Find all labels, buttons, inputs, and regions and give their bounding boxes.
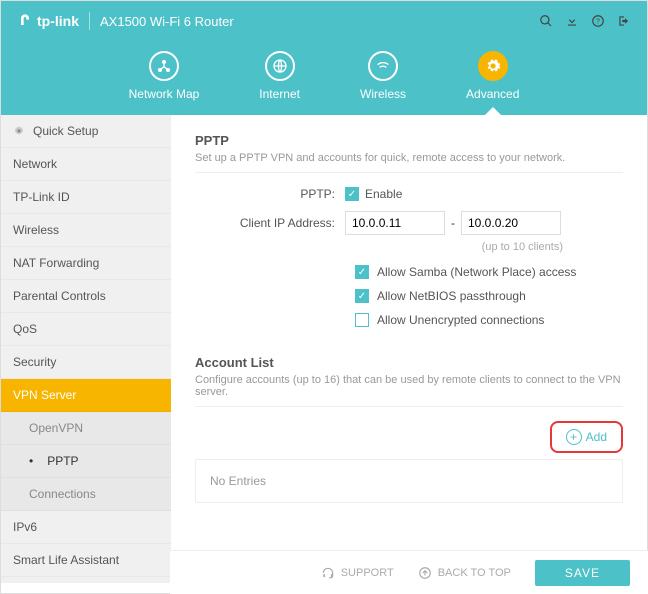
sidebar-item-onemesh[interactable]: OneMesh	[1, 577, 171, 583]
arrow-up-icon	[418, 566, 432, 580]
sidebar-item-smart[interactable]: Smart Life Assistant	[1, 544, 171, 577]
logo: tp-link	[17, 13, 79, 29]
sidebar-item-connections[interactable]: Connections	[1, 478, 171, 511]
nav-label: Internet	[259, 87, 300, 101]
sidebar-label: PPTP	[47, 454, 78, 468]
search-icon[interactable]	[539, 14, 553, 28]
ip-hint: (up to 10 clients)	[482, 241, 563, 253]
add-label: Add	[586, 430, 607, 444]
sidebar-item-ipv6[interactable]: IPv6	[1, 511, 171, 544]
pptp-desc: Set up a PPTP VPN and accounts for quick…	[195, 152, 623, 173]
ip-end-input[interactable]	[461, 211, 561, 235]
sidebar-label: NAT Forwarding	[13, 256, 99, 270]
pptp-enable-label: Enable	[365, 187, 402, 201]
samba-label: Allow Samba (Network Place) access	[377, 265, 576, 279]
ip-range-dash: -	[451, 216, 455, 230]
sidebar: Quick Setup Network TP-Link ID Wireless …	[1, 115, 171, 583]
pptp-title: PPTP	[195, 133, 623, 148]
accounts-title: Account List	[195, 355, 623, 370]
device-name: AX1500 Wi-Fi 6 Router	[100, 14, 234, 29]
back-to-top-label: BACK TO TOP	[438, 567, 511, 579]
sidebar-label: OpenVPN	[29, 421, 83, 435]
plus-icon: +	[566, 429, 582, 445]
content: PPTP Set up a PPTP VPN and accounts for …	[171, 115, 647, 583]
ip-start-input[interactable]	[345, 211, 445, 235]
netbios-label: Allow NetBIOS passthrough	[377, 289, 526, 303]
sidebar-item-pptp[interactable]: PPTP	[1, 445, 171, 478]
unenc-label: Allow Unencrypted connections	[377, 313, 544, 327]
sidebar-item-nat[interactable]: NAT Forwarding	[1, 247, 171, 280]
sidebar-label: Quick Setup	[33, 124, 98, 138]
accounts-desc: Configure accounts (up to 16) that can b…	[195, 374, 623, 407]
add-account-button[interactable]: + Add	[558, 425, 615, 449]
sidebar-item-network[interactable]: Network	[1, 148, 171, 181]
accounts-empty: No Entries	[195, 459, 623, 503]
brand: tp-link AX1500 Wi-Fi 6 Router	[17, 12, 234, 30]
sidebar-label: Network	[13, 157, 57, 171]
globe-icon	[272, 58, 288, 74]
nav-label: Wireless	[360, 87, 406, 101]
sidebar-label: Connections	[29, 487, 96, 501]
sidebar-item-vpn-server[interactable]: VPN Server	[1, 379, 171, 412]
pptp-label: PPTP:	[195, 187, 345, 201]
netbios-checkbox[interactable]: ✓	[355, 289, 369, 303]
wifi-icon	[375, 58, 391, 74]
save-label: SAVE	[565, 566, 600, 580]
sidebar-label: Security	[13, 355, 56, 369]
gear-icon	[13, 125, 25, 137]
sidebar-label: VPN Server	[13, 388, 76, 402]
sidebar-label: Parental Controls	[13, 289, 106, 303]
sidebar-label: IPv6	[13, 520, 37, 534]
nav-advanced[interactable]: Advanced	[466, 51, 519, 101]
logout-icon[interactable]	[617, 14, 631, 28]
samba-checkbox[interactable]: ✓	[355, 265, 369, 279]
nav-wireless[interactable]: Wireless	[360, 51, 406, 101]
pptp-enable-checkbox[interactable]: ✓	[345, 187, 359, 201]
sidebar-label: Smart Life Assistant	[13, 553, 119, 567]
svg-text:?: ?	[596, 18, 600, 25]
sidebar-item-security[interactable]: Security	[1, 346, 171, 379]
save-button[interactable]: SAVE	[535, 560, 630, 586]
sidebar-item-tplink-id[interactable]: TP-Link ID	[1, 181, 171, 214]
sidebar-item-wireless[interactable]: Wireless	[1, 214, 171, 247]
footer: SUPPORT BACK TO TOP SAVE	[170, 550, 648, 594]
back-to-top-link[interactable]: BACK TO TOP	[418, 566, 511, 580]
nav-network-map[interactable]: Network Map	[129, 51, 200, 101]
main-nav: Network Map Internet Wireless Advanced	[1, 41, 647, 115]
headset-icon	[321, 566, 335, 580]
gear-icon	[485, 58, 501, 74]
nav-label: Network Map	[129, 87, 200, 101]
client-ip-label: Client IP Address:	[195, 216, 345, 230]
unenc-checkbox[interactable]	[355, 313, 369, 327]
help-icon[interactable]: ?	[591, 14, 605, 28]
sidebar-label: Wireless	[13, 223, 59, 237]
network-map-icon	[156, 58, 172, 74]
support-link[interactable]: SUPPORT	[321, 566, 394, 580]
download-icon[interactable]	[565, 14, 579, 28]
support-label: SUPPORT	[341, 567, 394, 579]
sidebar-label: TP-Link ID	[13, 190, 70, 204]
sidebar-item-quick-setup[interactable]: Quick Setup	[1, 115, 171, 148]
sidebar-label: QoS	[13, 322, 37, 336]
header-actions: ?	[539, 14, 631, 28]
logo-text: tp-link	[37, 13, 79, 29]
nav-internet[interactable]: Internet	[259, 51, 300, 101]
tplink-logo-icon	[17, 13, 33, 29]
sidebar-item-parental[interactable]: Parental Controls	[1, 280, 171, 313]
brand-divider	[89, 12, 90, 30]
add-highlight: + Add	[550, 421, 623, 453]
nav-label: Advanced	[466, 87, 519, 101]
sidebar-item-openvpn[interactable]: OpenVPN	[1, 412, 171, 445]
sidebar-item-qos[interactable]: QoS	[1, 313, 171, 346]
